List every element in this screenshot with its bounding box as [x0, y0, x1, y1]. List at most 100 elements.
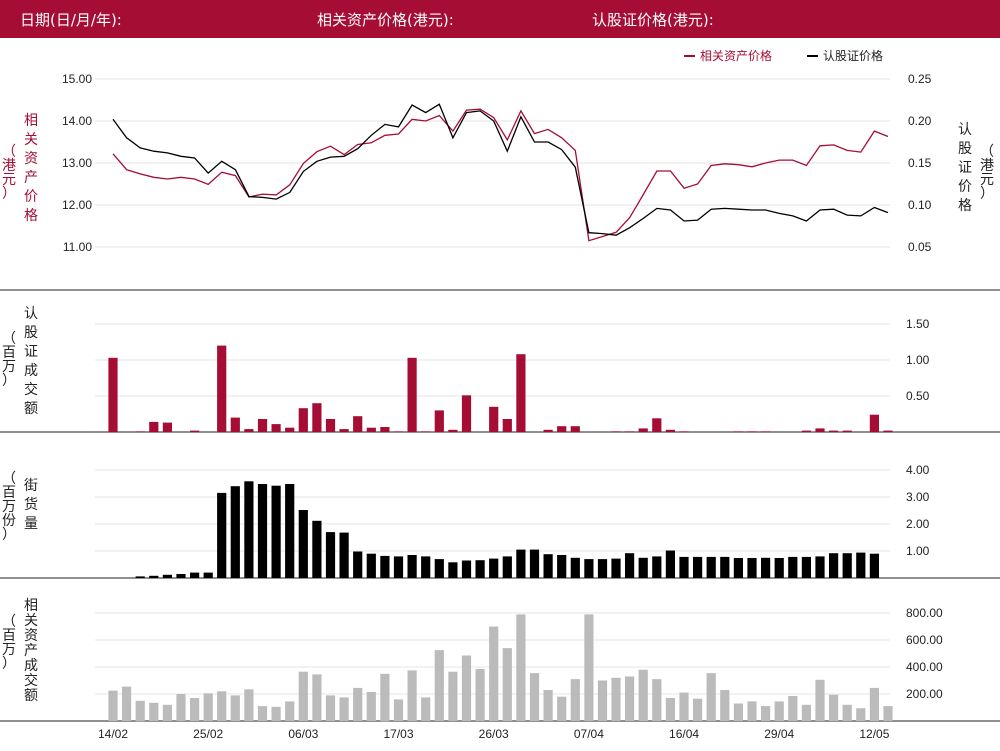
date-label: 日期(日/月/年): — [20, 11, 122, 29]
outstanding-bar-19 — [366, 553, 376, 578]
warrant-price-label: 认股证价格(港元): — [592, 11, 714, 29]
outstanding-bar-35 — [584, 559, 594, 578]
y-axis-label-underlying: 相关资产价格 — [24, 113, 38, 224]
outstanding-bar-25 — [448, 562, 458, 578]
underlying-turnover-bar-15 — [312, 674, 322, 721]
outstanding-bar-56 — [869, 553, 879, 578]
underlying-turnover-y-tick-1: 600.00 — [906, 633, 943, 647]
warrant-turnover-bar-29 — [502, 419, 512, 432]
x-tick-5: 07/04 — [574, 727, 604, 741]
underlying-turnover-bar-11 — [257, 706, 268, 721]
warrant-turnover-bar-54 — [842, 430, 852, 432]
outstanding-bar-41 — [665, 550, 675, 578]
outstanding-bar-44 — [706, 556, 716, 578]
warrant-turnover-bar-56 — [869, 414, 879, 432]
underlying-turnover-bar-8 — [217, 691, 227, 721]
warrant-turnover-bar-12 — [271, 424, 281, 432]
x-tick-0: 14/02 — [98, 727, 128, 741]
legend: 相关资产价格 认股证价格 — [684, 48, 883, 63]
y-tick-left-4: 11.00 — [63, 240, 92, 254]
underlying-turnover-bar-13 — [285, 701, 295, 721]
outstanding-bar-36 — [597, 559, 608, 578]
y-axis-label-underlying-turnover: 相关资产成交额 — [24, 598, 38, 704]
underlying-turnover-bar-52 — [815, 679, 825, 721]
underlying-turnover-bar-51 — [801, 704, 811, 721]
y-tick-left-0: 15.00 — [62, 72, 92, 86]
warrant-turnover-bar-26 — [461, 395, 472, 432]
underlying-turnover-y-tick-2: 400.00 — [906, 660, 943, 674]
grid-lines — [95, 78, 890, 695]
outstanding-bar-18 — [353, 551, 363, 578]
outstanding-bar-38 — [625, 553, 635, 578]
underlying-turnover-bar-1 — [122, 686, 132, 721]
underlying-turnover-bar-25 — [448, 671, 458, 721]
warrant-turnover-bar-9 — [230, 417, 240, 432]
underlying-turnover-bar-3 — [149, 702, 159, 721]
y-axis-unit-underlying: （港元） — [2, 144, 16, 202]
underlying-turnover-bar-10 — [244, 689, 254, 721]
warrant-turnover-bar-39 — [638, 428, 648, 432]
outstanding-bar-45 — [720, 556, 730, 578]
warrant-turnover-bar-14 — [298, 408, 308, 432]
warrant-turnover-bar-6 — [190, 430, 200, 432]
y-tick-right-2: 0.15 — [908, 156, 932, 170]
underlying-turnover-bar-44 — [706, 673, 716, 721]
outstanding-bar-23 — [421, 556, 431, 578]
underlying-turnover-bar-19 — [366, 692, 376, 721]
underlying-turnover-bar-4 — [162, 704, 172, 721]
outstanding-bar-8 — [217, 492, 227, 578]
warrant-turnover-bar-38 — [625, 431, 635, 432]
y-tick-right-0: 0.25 — [908, 72, 932, 86]
outstanding-bar-29 — [502, 556, 512, 578]
legend-label-warrant: 认股证价格 — [823, 48, 883, 63]
outstanding-bar-7 — [203, 572, 213, 578]
underlying-turnover-bar-35 — [584, 614, 594, 721]
outstanding-bar-51 — [801, 556, 811, 578]
warrant-turnover-bar-25 — [448, 429, 458, 432]
outstanding-bar-11 — [257, 484, 268, 578]
warrant-turnover-bar-30 — [516, 354, 526, 432]
outstanding-bar-31 — [529, 549, 540, 578]
underlying-turnover-bar-6 — [190, 698, 200, 721]
warrant-turnover-bar-40 — [652, 418, 662, 432]
underlying-turnover-bar-47 — [747, 701, 757, 721]
outstanding-bar-21 — [393, 556, 404, 578]
warrant-turnover-bar-21 — [393, 431, 404, 432]
warrant-turnover-bar-17 — [339, 429, 349, 432]
outstanding-bar-34 — [570, 557, 580, 579]
underlying-turnover-bar-45 — [720, 690, 730, 721]
underlying-turnover-bar-41 — [665, 698, 675, 721]
outstanding-bar-43 — [693, 556, 703, 578]
warrant-chart: 15.00 14.00 13.00 12.00 11.00 0.25 0.20 0.15 0.1… — [0, 48, 1000, 741]
warrant-turnover-y-tick-2: 0.50 — [906, 389, 930, 403]
underlying-turnover-bar-2 — [135, 700, 145, 722]
underlying-turnover-bar-37 — [611, 677, 621, 721]
outstanding-y-tick-0: 4.00 — [906, 463, 930, 477]
outstanding-bar-50 — [788, 556, 798, 578]
outstanding-bar-40 — [652, 556, 662, 578]
outstanding-bar-37 — [611, 558, 621, 578]
warrant-turnover-bar-41 — [665, 429, 675, 432]
outstanding-bar-47 — [747, 558, 757, 578]
warrant-price-line — [112, 103, 889, 236]
underlying-turnover-bar-32 — [543, 690, 553, 721]
outstanding-y-tick-3: 1.00 — [906, 544, 930, 558]
outstanding-bar-20 — [380, 555, 390, 578]
outstanding-bar-16 — [325, 532, 336, 578]
outstanding-bar-48 — [761, 557, 771, 579]
outstanding-bar-15 — [312, 520, 322, 578]
underlying-price-label: 相关资产价格(港元): — [317, 11, 454, 29]
outstanding-bar-3 — [149, 575, 159, 578]
warrant-turnover-y-tick-0: 1.50 — [906, 317, 930, 331]
warrant-turnover-bar-51 — [801, 430, 811, 432]
outstanding-bar-4 — [162, 574, 172, 578]
underlying-turnover-bar-40 — [652, 679, 662, 721]
warrant-turnover-bar-52 — [815, 428, 825, 432]
outstanding-bar-17 — [339, 532, 349, 578]
x-tick-1: 25/02 — [193, 727, 223, 741]
warrant-turnover-bar-33 — [557, 426, 567, 432]
outstanding-bar-14 — [298, 510, 308, 578]
bar-series — [108, 345, 893, 722]
outstanding-bar-2 — [135, 576, 145, 578]
warrant-turnover-bar-48 — [761, 431, 771, 432]
